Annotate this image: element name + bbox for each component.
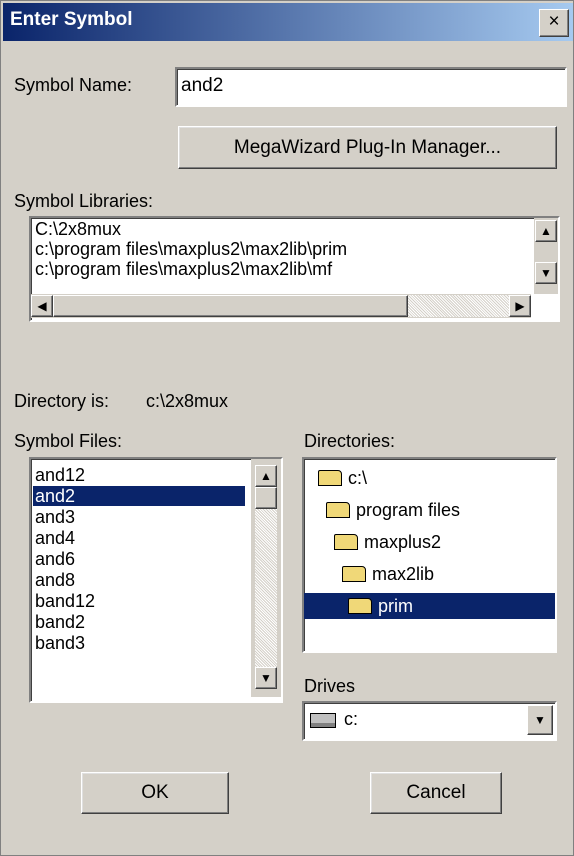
cancel-button[interactable]: Cancel [370,772,502,814]
open-folder-icon [326,502,350,519]
drive-icon [310,713,336,728]
symbol-file-item[interactable]: and4 [33,528,75,548]
ok-button[interactable]: OK [81,772,229,814]
directory-label-text: maxplus2 [364,532,442,552]
symbol-libraries-list[interactable]: C:\2x8mux c:\program files\maxplus2\max2… [29,216,560,322]
directory-item[interactable]: c:\ [318,465,367,491]
chevron-down-icon[interactable]: ▼ [527,705,553,735]
scroll-up-icon[interactable]: ▲ [255,465,277,487]
drives-dropdown[interactable]: c: ▼ [302,701,557,741]
open-folder-icon [348,598,372,615]
close-icon: × [548,11,560,32]
symbol-file-item-selected[interactable]: and2 [33,486,245,506]
symbol-files-list[interactable]: and12 and2 and3 and4 and6 and8 band12 ba… [29,457,283,703]
library-item[interactable]: c:\program files\maxplus2\max2lib\prim [33,239,347,259]
dialog-title: Enter Symbol [10,9,133,30]
enter-symbol-dialog: Enter Symbol × Symbol Name: and2 MegaWiz… [0,0,574,856]
title-bar[interactable]: Enter Symbol × [3,3,573,41]
symbol-file-item[interactable]: band2 [33,612,85,632]
vscroll-track[interactable] [255,481,277,677]
directory-item[interactable]: program files [326,497,460,523]
symbol-file-item[interactable]: band3 [33,633,85,653]
symbol-name-input[interactable]: and2 [175,67,567,107]
directory-item-selected[interactable]: prim [304,593,555,619]
open-folder-icon [334,534,358,551]
scroll-left-icon[interactable]: ◀ [31,295,53,317]
symbol-file-item[interactable]: band12 [33,591,95,611]
scroll-up-icon[interactable]: ▲ [535,220,557,242]
symbol-file-item[interactable]: and3 [33,507,75,527]
directory-label-text: c:\ [348,468,368,488]
directory-label-text: program files [356,500,461,520]
library-item[interactable]: C:\2x8mux [33,219,121,239]
scroll-down-icon[interactable]: ▼ [255,667,277,689]
close-button[interactable]: × [539,9,569,37]
symbol-name-label: Symbol Name: [14,75,133,95]
libraries-hscrollbar[interactable]: ◀ ▶ [31,294,531,318]
directory-item[interactable]: max2lib [342,561,434,587]
hscroll-thumb[interactable] [53,295,408,317]
drives-label: Drives [304,676,356,696]
symbol-files-vscrollbar[interactable]: ▲ ▼ [251,459,281,697]
symbol-file-item[interactable]: and8 [33,570,75,590]
drive-value: c: [344,709,359,729]
open-folder-icon [318,470,342,487]
symbol-file-item[interactable]: and12 [33,465,245,485]
scroll-down-icon[interactable]: ▼ [535,262,557,284]
directories-label: Directories: [304,431,396,451]
symbol-name-value: and2 [181,75,224,96]
library-item[interactable]: c:\program files\maxplus2\max2lib\mf [33,259,332,279]
vscroll-thumb[interactable] [255,487,277,509]
libraries-vscrollbar[interactable]: ▲ ▼ [534,218,558,294]
scroll-right-icon[interactable]: ▶ [509,295,531,317]
directories-list[interactable]: c:\ program files maxplus2 max2lib prim [302,457,557,653]
symbol-libraries-label: Symbol Libraries: [14,191,154,211]
symbol-file-item[interactable]: and6 [33,549,75,569]
current-directory: c:\2x8mux [146,391,229,411]
open-folder-icon [342,566,366,583]
symbol-files-label: Symbol Files: [14,431,123,451]
directory-label-text: prim [378,596,413,616]
directory-item[interactable]: maxplus2 [334,529,441,555]
directory-is-label: Directory is: [14,391,110,411]
megawizard-button[interactable]: MegaWizard Plug-In Manager... [178,126,557,169]
directory-label-text: max2lib [372,564,435,584]
